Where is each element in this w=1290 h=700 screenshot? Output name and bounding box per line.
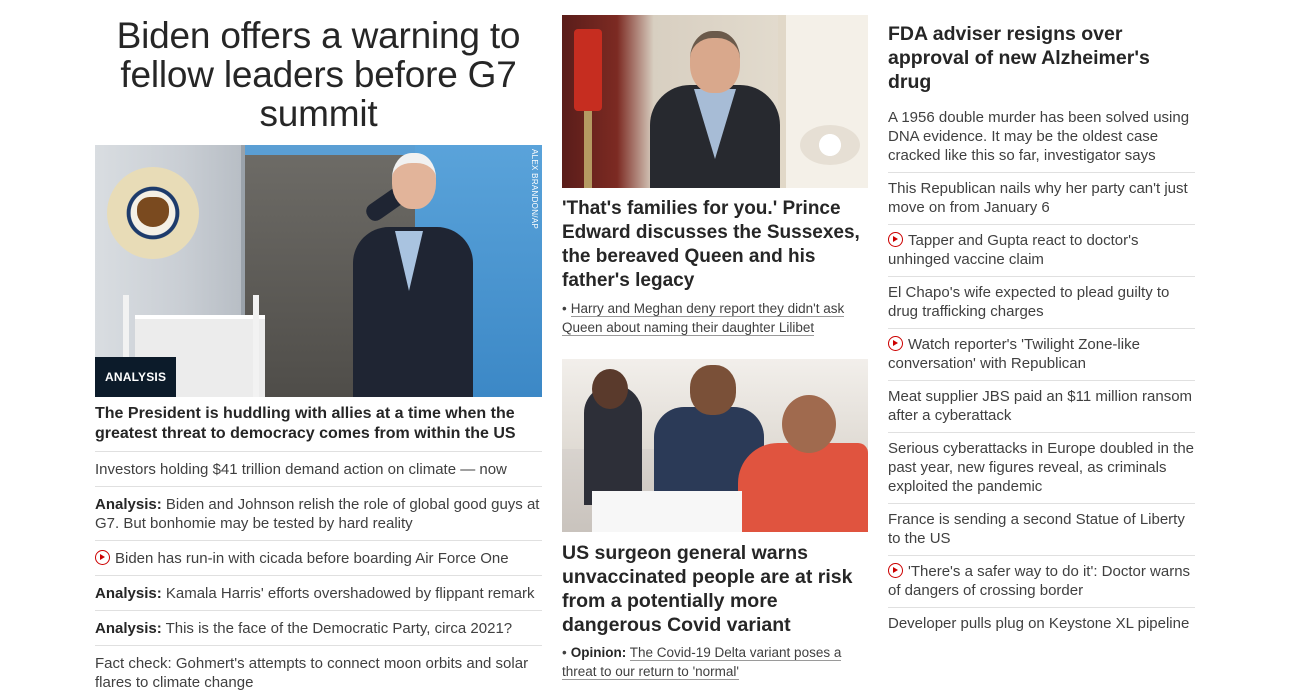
story-headline[interactable]: 'That's families for you.' Prince Edward…	[562, 197, 868, 293]
play-circle-icon	[888, 563, 903, 578]
list-item[interactable]: El Chapo's wife expected to plead guilty…	[888, 277, 1195, 329]
related-links-list: Investors holding $41 trillion demand ac…	[95, 451, 542, 699]
list-item[interactable]: Developer pulls plug on Keystone XL pipe…	[888, 608, 1195, 640]
list-item[interactable]: Analysis: Biden and Johnson relish the r…	[95, 486, 542, 540]
list-item[interactable]: Watch reporter's 'Twilight Zone-like con…	[888, 329, 1195, 381]
play-circle-icon	[95, 550, 110, 565]
list-item[interactable]: Analysis: This is the face of the Democr…	[95, 610, 542, 645]
play-circle-icon	[888, 232, 903, 247]
stair-rail	[253, 295, 259, 397]
lead-story: Biden offers a warning to fellow leaders…	[95, 14, 542, 699]
person-head	[392, 153, 436, 209]
list-item[interactable]: Investors holding $41 trillion demand ac…	[95, 451, 542, 486]
list-item[interactable]: Fact check: Gohmert's attempts to connec…	[95, 645, 542, 699]
right-column: FDA adviser resigns over approval of new…	[888, 22, 1195, 640]
seal-eagle	[137, 197, 169, 227]
vaccination-image[interactable]	[562, 359, 868, 532]
list-item[interactable]: 'There's a safer way to do it': Doctor w…	[888, 556, 1195, 608]
analysis-badge: ANALYSIS	[95, 357, 177, 397]
list-item[interactable]: A 1956 double murder has been solved usi…	[888, 102, 1195, 173]
person-head	[690, 31, 740, 93]
table	[592, 491, 742, 532]
prince-edward-image[interactable]	[562, 15, 868, 188]
lamp-shade	[574, 29, 602, 111]
story-headline[interactable]: US surgeon general warns unvaccinated pe…	[562, 541, 868, 637]
list-item[interactable]: Serious cyberattacks in Europe doubled i…	[888, 433, 1195, 504]
patient-figure	[738, 443, 868, 532]
lamp-stand	[584, 111, 592, 188]
story-sublink: • Harry and Meghan deny report they didn'…	[562, 301, 845, 336]
lead-image[interactable]: ALEX BRANDON/AP ANALYSIS	[95, 145, 542, 397]
person-head	[782, 395, 836, 453]
list-item[interactable]: Analysis: Kamala Harris' efforts oversha…	[95, 575, 542, 610]
play-circle-icon	[888, 336, 903, 351]
sublink[interactable]: Harry and Meghan deny report they didn't…	[562, 301, 845, 336]
list-item[interactable]: France is sending a second Statue of Lib…	[888, 504, 1195, 556]
middle-column: 'That's families for you.' Prince Edward…	[562, 15, 868, 681]
headline-list: A 1956 double murder has been solved usi…	[888, 102, 1195, 640]
story-headline[interactable]: FDA adviser resigns over approval of new…	[888, 22, 1195, 94]
lead-caption[interactable]: The President is huddling with allies at…	[95, 404, 542, 444]
image-credit: ALEX BRANDON/AP	[530, 149, 539, 230]
list-item[interactable]: Meat supplier JBS paid an $11 million ra…	[888, 381, 1195, 433]
person-head	[690, 365, 736, 415]
list-item[interactable]: Tapper and Gupta react to doctor's unhin…	[888, 225, 1195, 277]
person-head	[592, 369, 628, 409]
list-item[interactable]: This Republican nails why her party can'…	[888, 173, 1195, 225]
story-sublink: • Opinion: The Covid-19 Delta variant pos…	[562, 645, 842, 680]
lead-headline[interactable]: Biden offers a warning to fellow leaders…	[95, 14, 542, 133]
flowers	[800, 125, 860, 165]
list-item[interactable]: Biden has run-in with cicada before boar…	[95, 540, 542, 575]
